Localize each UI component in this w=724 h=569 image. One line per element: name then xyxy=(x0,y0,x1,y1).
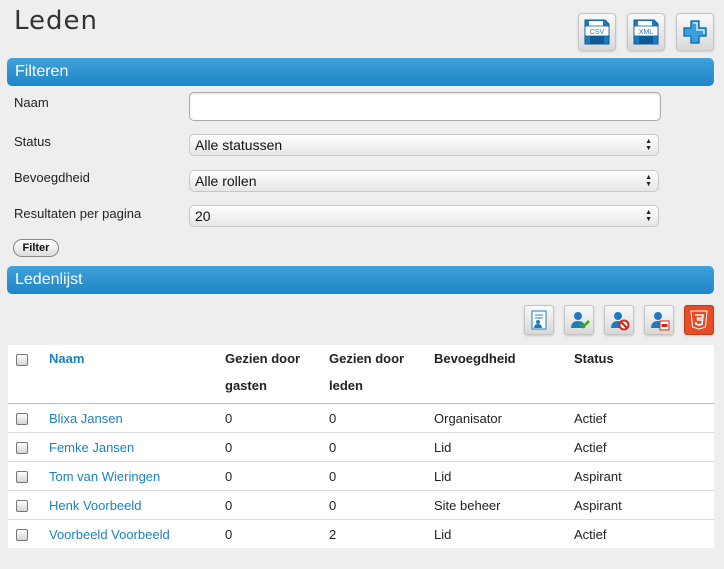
plus-icon xyxy=(683,20,707,44)
column-name-sort-link[interactable]: Naam xyxy=(49,351,84,366)
status-value: Actief xyxy=(574,403,714,433)
table-row: Blixa Jansen 0 0 Organisator Actief xyxy=(8,403,714,433)
select-all-checkbox[interactable] xyxy=(16,353,28,366)
seen-by-members-value: 0 xyxy=(329,432,434,462)
list-actions xyxy=(524,305,714,335)
xml-label: XML xyxy=(639,29,654,36)
member-name-link[interactable]: Tom van Wieringen xyxy=(49,469,160,484)
member-name-link[interactable]: Voorbeeld Voorbeeld xyxy=(49,527,170,542)
status-value: Actief xyxy=(574,432,714,462)
table-row: Tom van Wieringen 0 0 Lid Aspirant xyxy=(8,461,714,491)
status-select-value: Alle statussen xyxy=(195,137,283,153)
page-title: Leden xyxy=(14,6,99,36)
seen-by-members-value: 2 xyxy=(329,526,337,542)
per-page-select-value: 20 xyxy=(195,208,211,224)
per-page-label: Resultaten per pagina xyxy=(14,206,142,221)
select-arrows-icon: ▲ ▼ xyxy=(645,174,652,188)
member-name-link[interactable]: Blixa Jansen xyxy=(49,411,123,426)
table-row: Voorbeeld Voorbeeld 0 2 Lid Actief xyxy=(8,520,714,549)
table-row: Femke Jansen 0 0 Lid Actief xyxy=(8,432,714,462)
seen-by-guests-value: 0 xyxy=(225,490,329,520)
filter-section-header: Filteren xyxy=(7,58,714,86)
table-header-row: Naam Gezien door gasten Gezien door leden … xyxy=(8,345,714,404)
edit-member-icon xyxy=(531,310,547,330)
column-status: Status xyxy=(574,345,714,404)
member-list-section-header: Ledenlijst xyxy=(7,266,714,294)
role-value: Lid xyxy=(434,461,574,491)
role-value: Lid xyxy=(434,526,452,542)
status-value: Aspirant xyxy=(574,490,714,520)
block-member-icon xyxy=(611,312,630,331)
member-name-link[interactable]: Femke Jansen xyxy=(49,440,134,455)
filter-button[interactable]: Filter xyxy=(13,239,59,257)
row-checkbox[interactable] xyxy=(16,529,28,542)
export-xml-button[interactable]: XML xyxy=(627,13,665,51)
seen-by-guests-value: 0 xyxy=(225,403,329,433)
name-label: Naam xyxy=(14,95,49,110)
seen-by-guests-value: 0 xyxy=(225,432,329,462)
row-checkbox[interactable] xyxy=(16,500,28,513)
html5-icon xyxy=(690,310,708,330)
pdf-member-button[interactable] xyxy=(644,305,674,335)
status-value: Actief xyxy=(574,526,607,542)
role-label: Bevoegdheid xyxy=(14,170,90,185)
role-value: Site beheer xyxy=(434,490,574,520)
name-input[interactable] xyxy=(189,92,661,121)
approve-member-icon xyxy=(571,312,590,329)
html5-button[interactable] xyxy=(684,305,714,335)
column-role: Bevoegdheid xyxy=(434,345,574,404)
select-arrows-icon: ▲ ▼ xyxy=(645,209,652,223)
status-label: Status xyxy=(14,134,51,149)
approve-member-button[interactable] xyxy=(564,305,594,335)
block-member-button[interactable] xyxy=(604,305,634,335)
member-table: Naam Gezien door gasten Gezien door leden … xyxy=(8,345,714,548)
row-checkbox[interactable] xyxy=(16,471,28,484)
role-value: Lid xyxy=(434,432,574,462)
floppy-csv-icon: CSV xyxy=(584,19,610,45)
per-page-select[interactable]: 20 ▲ ▼ xyxy=(189,205,659,227)
row-checkbox[interactable] xyxy=(16,413,28,426)
seen-by-guests-value: 0 xyxy=(225,461,329,491)
role-select[interactable]: Alle rollen ▲ ▼ xyxy=(189,170,659,192)
top-actions: CSV XML xyxy=(578,13,714,51)
select-arrows-icon: ▲ ▼ xyxy=(645,138,652,152)
status-select[interactable]: Alle statussen ▲ ▼ xyxy=(189,134,659,156)
seen-by-members-value: 0 xyxy=(329,490,434,520)
export-csv-button[interactable]: CSV xyxy=(578,13,616,51)
edit-member-button[interactable] xyxy=(524,305,554,335)
table-row: Henk Voorbeeld 0 0 Site beheer Aspirant xyxy=(8,490,714,520)
role-value: Organisator xyxy=(434,403,574,433)
add-member-button[interactable] xyxy=(676,13,714,51)
status-value: Aspirant xyxy=(574,461,714,491)
role-select-value: Alle rollen xyxy=(195,173,257,189)
floppy-xml-icon: XML xyxy=(633,19,659,45)
row-checkbox[interactable] xyxy=(16,442,28,455)
seen-by-members-value: 0 xyxy=(329,403,434,433)
seen-by-guests-value: 0 xyxy=(225,526,233,542)
column-seen-by-guests: Gezien door gasten xyxy=(225,345,329,404)
csv-label: CSV xyxy=(590,29,605,36)
column-seen-by-members: Gezien door leden xyxy=(329,345,434,404)
seen-by-members-value: 0 xyxy=(329,461,434,491)
pdf-member-icon xyxy=(651,312,670,331)
member-name-link[interactable]: Henk Voorbeeld xyxy=(49,498,142,513)
